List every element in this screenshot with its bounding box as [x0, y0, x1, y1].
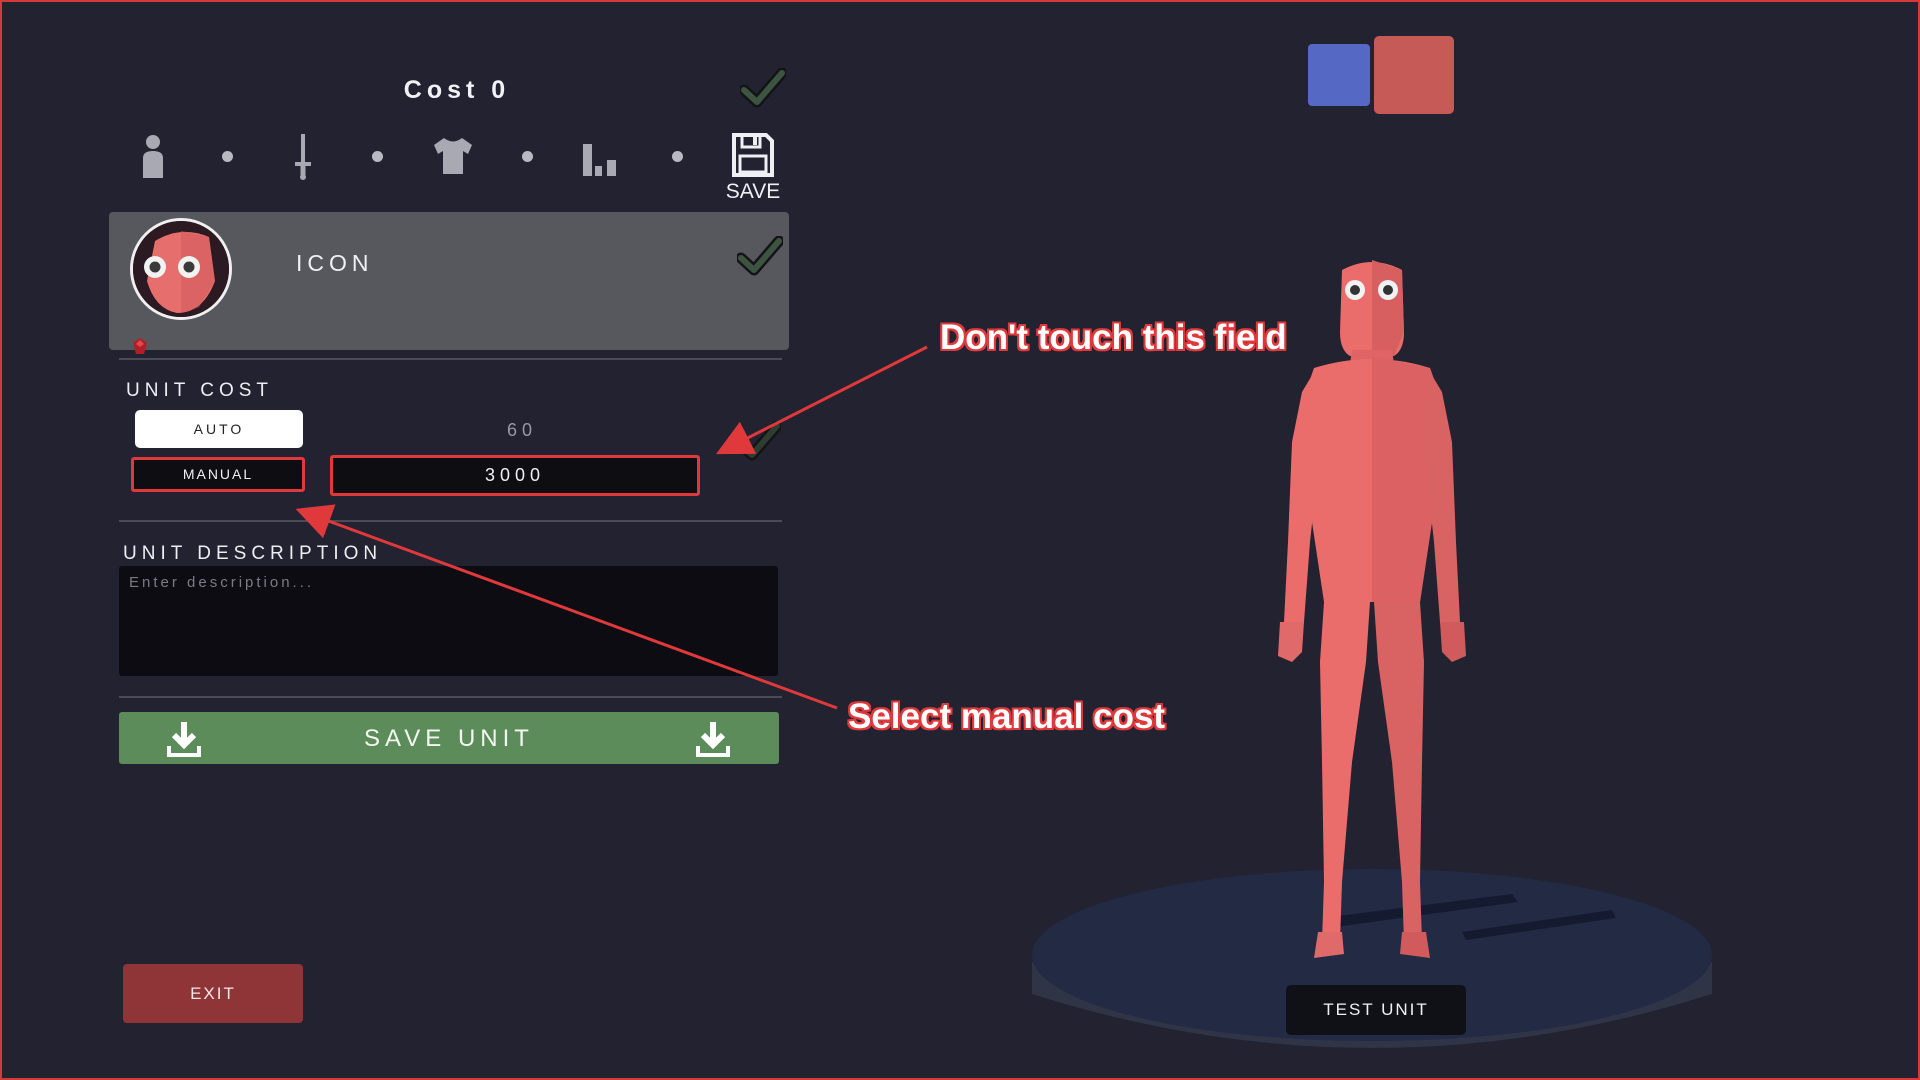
step-separator-dot	[372, 151, 383, 162]
cost-title: Cost 0	[403, 76, 511, 104]
divider	[119, 358, 782, 360]
save-tab[interactable]: SAVE	[718, 132, 788, 204]
cost-field-check-icon	[735, 421, 781, 461]
download-icon	[695, 720, 731, 758]
team-blue-swatch[interactable]	[1308, 44, 1370, 106]
bar-chart-icon[interactable]	[581, 136, 625, 184]
shirt-icon[interactable]	[430, 132, 476, 180]
person-icon[interactable]	[133, 132, 173, 180]
floppy-disk-icon	[732, 133, 774, 177]
step-separator-dot	[222, 151, 233, 162]
auto-cost-value: 60	[506, 420, 538, 440]
unit-preview-viewer[interactable]	[1022, 242, 1722, 1072]
unit-cost-title: UNIT COST	[126, 380, 274, 401]
step-separator-dot	[672, 151, 683, 162]
unit-creator-screen: Cost 0 SAVE ICON UNIT COST AUTO 60 MANUA…	[0, 0, 1920, 1080]
auto-cost-button[interactable]: AUTO	[135, 410, 303, 448]
test-unit-button[interactable]: TEST UNIT	[1286, 985, 1466, 1035]
exit-button[interactable]: EXIT	[123, 964, 303, 1023]
icon-check-icon	[737, 236, 783, 276]
save-unit-button[interactable]: SAVE UNIT	[119, 712, 779, 764]
character-model	[1278, 260, 1466, 958]
unit-description-title: UNIT DESCRIPTION	[123, 543, 383, 564]
divider	[119, 696, 782, 698]
step-separator-dot	[522, 151, 533, 162]
manual-cost-button[interactable]: MANUAL	[131, 457, 305, 492]
save-unit-label: SAVE UNIT	[364, 725, 534, 752]
icon-section-label: ICON	[296, 250, 374, 276]
cost-check-icon	[740, 68, 786, 108]
team-red-swatch[interactable]	[1374, 36, 1454, 114]
divider	[119, 520, 782, 522]
manual-cost-input[interactable]: 3000	[330, 455, 700, 496]
unit-avatar[interactable]	[130, 218, 232, 320]
gem-icon	[133, 338, 147, 354]
save-tab-label: SAVE	[725, 180, 781, 203]
annotation-select-manual: Select manual cost	[848, 697, 1166, 736]
description-placeholder: Enter description...	[129, 574, 315, 591]
annotation-dont-touch: Don't touch this field	[940, 318, 1287, 357]
sword-icon[interactable]	[283, 132, 323, 180]
